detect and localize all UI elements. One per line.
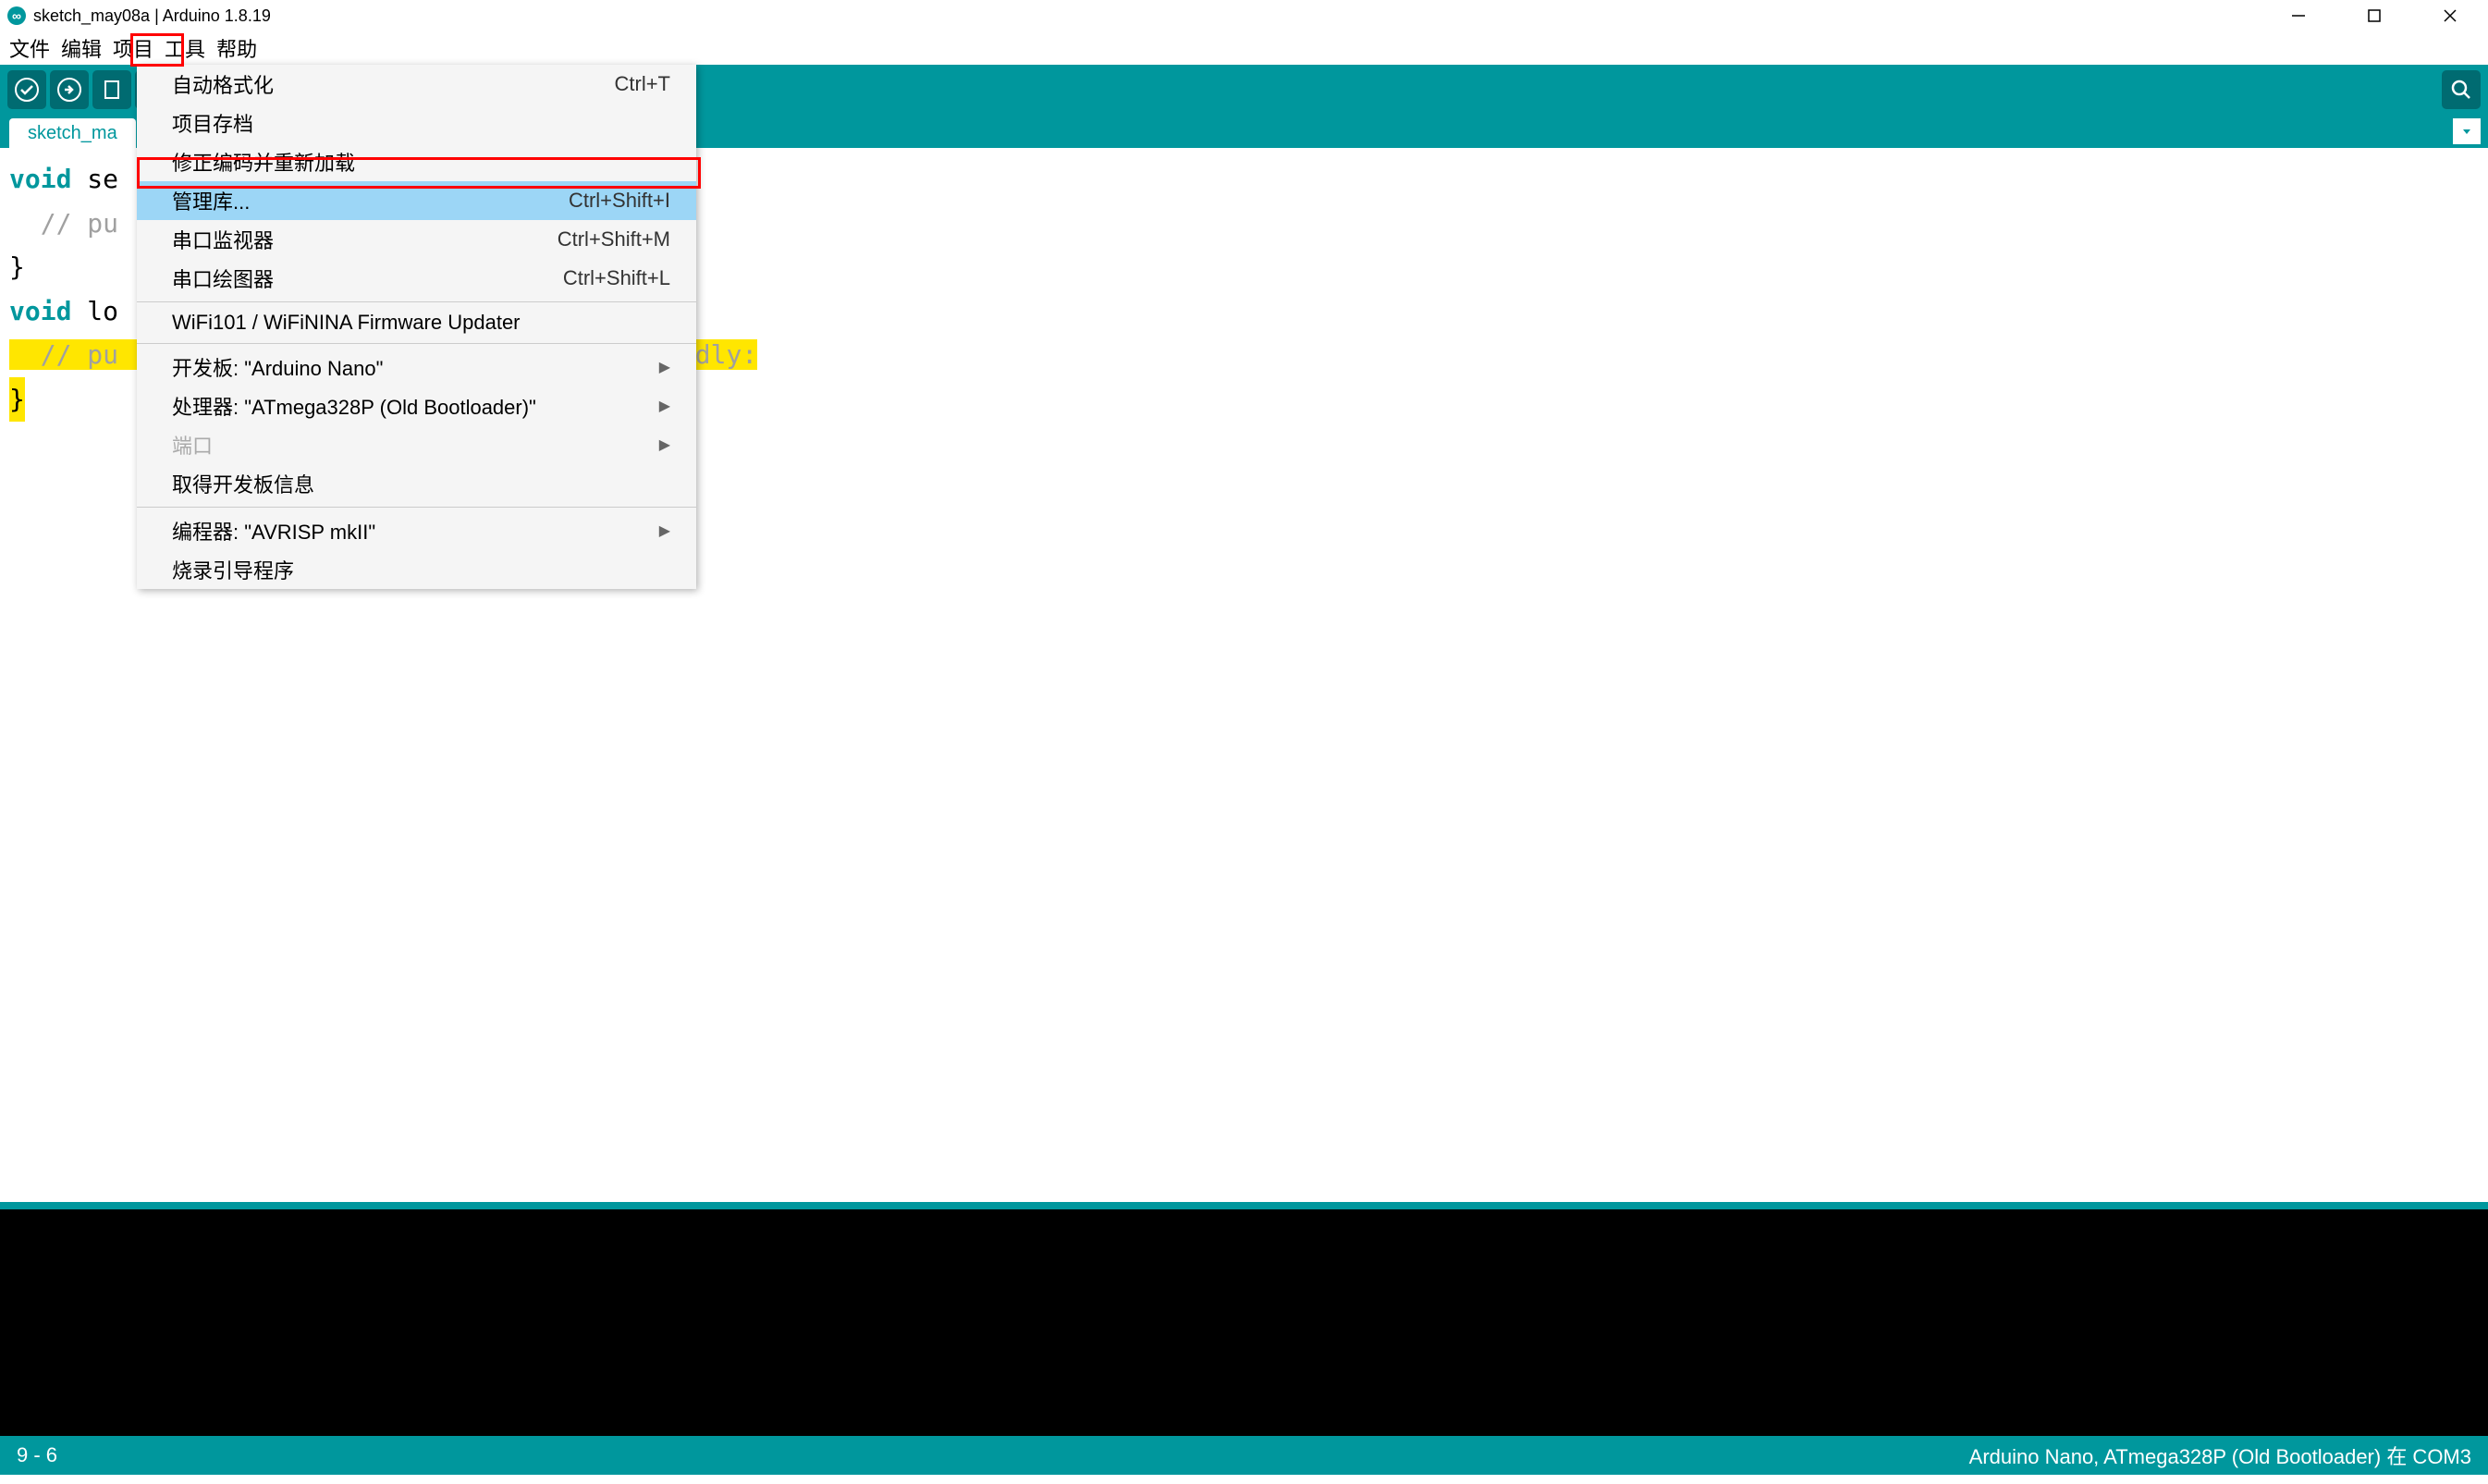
chevron-right-icon: ▶ [659, 358, 670, 376]
chevron-right-icon: ▶ [659, 521, 670, 540]
maximize-button[interactable] [2336, 0, 2412, 31]
menu-separator [137, 507, 696, 508]
menu-shortcut: Ctrl+T [615, 72, 671, 96]
sketch-tab[interactable]: sketch_ma [9, 118, 136, 148]
status-board-info: Arduino Nano, ATmega328P (Old Bootloader… [1969, 1441, 2471, 1470]
menu-wifi-firmware-updater[interactable]: WiFi101 / WiFiNINA Firmware Updater [137, 306, 696, 339]
menu-label: 端口 [172, 430, 213, 460]
menu-label: WiFi101 / WiFiNINA Firmware Updater [172, 311, 521, 335]
menu-label: 管理库... [172, 186, 250, 215]
close-button[interactable] [2412, 0, 2488, 31]
menu-file[interactable]: 文件 [4, 30, 55, 67]
menu-shortcut: Ctrl+Shift+M [558, 227, 670, 251]
menu-sketch[interactable]: 项目 [107, 30, 159, 67]
menu-label: 处理器: "ATmega328P (Old Bootloader)" [172, 391, 536, 421]
console-output [0, 1209, 2488, 1436]
menu-board[interactable]: 开发板: "Arduino Nano" ▶ [137, 348, 696, 386]
menu-separator [137, 343, 696, 344]
menu-label: 串口监视器 [172, 225, 274, 254]
menu-fix-encoding[interactable]: 修正编码并重新加载 [137, 142, 696, 181]
menu-archive-sketch[interactable]: 项目存档 [137, 104, 696, 142]
minimize-button[interactable] [2261, 0, 2336, 31]
serial-monitor-button[interactable] [2442, 70, 2481, 109]
title-bar: sketch_may08a | Arduino 1.8.19 [0, 0, 2488, 31]
menu-port: 端口 ▶ [137, 425, 696, 464]
menu-label: 项目存档 [172, 108, 253, 138]
new-button[interactable] [92, 70, 131, 109]
menu-burn-bootloader[interactable]: 烧录引导程序 [137, 550, 696, 589]
verify-button[interactable] [7, 70, 46, 109]
menu-edit[interactable]: 编辑 [55, 30, 107, 67]
status-cursor-position: 9 - 6 [17, 1443, 57, 1467]
menu-tools[interactable]: 工具 [159, 30, 211, 67]
upload-button[interactable] [50, 70, 89, 109]
menu-label: 烧录引导程序 [172, 555, 294, 584]
menu-label: 串口绘图器 [172, 264, 274, 293]
chevron-right-icon: ▶ [659, 397, 670, 415]
tools-dropdown-menu: 自动格式化 Ctrl+T 项目存档 修正编码并重新加载 管理库... Ctrl+… [137, 65, 696, 589]
window-controls [2261, 0, 2488, 31]
console-divider [0, 1202, 2488, 1209]
menu-processor[interactable]: 处理器: "ATmega328P (Old Bootloader)" ▶ [137, 386, 696, 425]
menu-shortcut: Ctrl+Shift+I [569, 189, 670, 213]
menu-label: 修正编码并重新加载 [172, 147, 355, 177]
menu-label: 编程器: "AVRISP mkII" [172, 516, 375, 546]
menu-label: 自动格式化 [172, 69, 274, 99]
menu-programmer[interactable]: 编程器: "AVRISP mkII" ▶ [137, 511, 696, 550]
menu-label: 取得开发板信息 [172, 469, 314, 498]
arduino-icon [7, 6, 26, 25]
status-bar: 9 - 6 Arduino Nano, ATmega328P (Old Boot… [0, 1436, 2488, 1475]
menu-label: 开发板: "Arduino Nano" [172, 352, 383, 382]
menu-auto-format[interactable]: 自动格式化 Ctrl+T [137, 65, 696, 104]
menu-get-board-info[interactable]: 取得开发板信息 [137, 464, 696, 503]
menu-serial-monitor[interactable]: 串口监视器 Ctrl+Shift+M [137, 220, 696, 259]
menu-manage-libraries[interactable]: 管理库... Ctrl+Shift+I [137, 181, 696, 220]
menu-bar: 文件 编辑 项目 工具 帮助 [0, 31, 2488, 65]
menu-help[interactable]: 帮助 [211, 30, 263, 67]
window-title: sketch_may08a | Arduino 1.8.19 [33, 6, 271, 26]
menu-serial-plotter[interactable]: 串口绘图器 Ctrl+Shift+L [137, 259, 696, 298]
tab-label: sketch_ma [28, 123, 117, 144]
menu-separator [137, 301, 696, 302]
tab-dropdown-button[interactable] [2453, 118, 2481, 144]
chevron-right-icon: ▶ [659, 435, 670, 454]
menu-shortcut: Ctrl+Shift+L [563, 266, 670, 290]
